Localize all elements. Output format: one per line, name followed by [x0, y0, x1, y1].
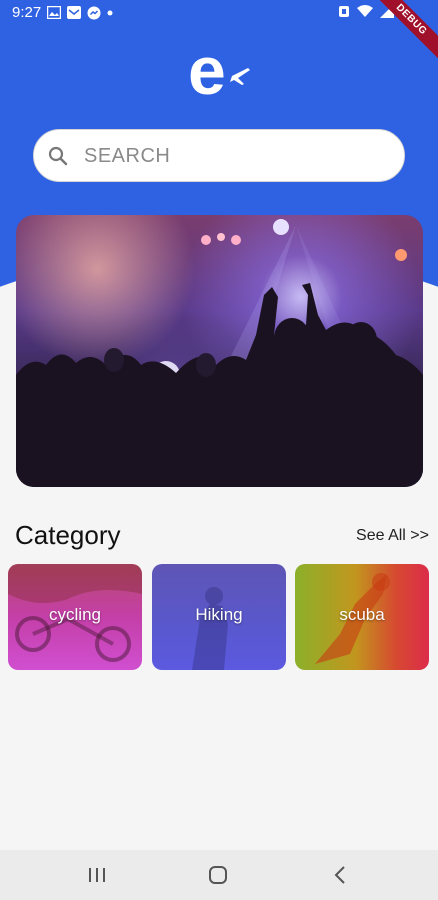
- svg-text:e: e: [188, 40, 226, 102]
- status-bar: 9:27 DEBUG: [0, 0, 438, 65]
- see-all-link[interactable]: See All >>: [356, 527, 429, 545]
- category-label: Hiking: [195, 605, 243, 624]
- airplane-icon: [230, 68, 250, 85]
- search-placeholder: SEARCH: [84, 145, 171, 167]
- wifi-icon: [357, 5, 373, 17]
- category-card-hiking[interactable]: Hiking: [152, 564, 286, 670]
- back-icon[interactable]: [330, 864, 352, 886]
- status-time: 9:27: [12, 4, 42, 21]
- category-label: cycling: [49, 605, 101, 624]
- category-label: scuba: [339, 605, 385, 624]
- status-left: 9:27: [12, 4, 113, 21]
- alarm-icon: [339, 6, 349, 17]
- recents-icon[interactable]: [86, 864, 108, 886]
- search-input[interactable]: SEARCH: [33, 129, 405, 182]
- app-logo: e: [188, 40, 250, 102]
- category-card-scuba[interactable]: scuba: [295, 564, 429, 670]
- category-title: Category: [15, 520, 121, 550]
- messenger-icon: [87, 6, 101, 19]
- dot-icon: [107, 10, 113, 15]
- home-icon[interactable]: [207, 864, 229, 886]
- concert-photo: [16, 219, 423, 487]
- image-icon: [47, 6, 62, 19]
- search-icon: [48, 146, 68, 166]
- system-nav-bar: [0, 850, 438, 900]
- hero-banner[interactable]: [16, 215, 423, 487]
- mail-icon: [67, 6, 82, 19]
- category-card-cycling[interactable]: cycling: [8, 564, 142, 670]
